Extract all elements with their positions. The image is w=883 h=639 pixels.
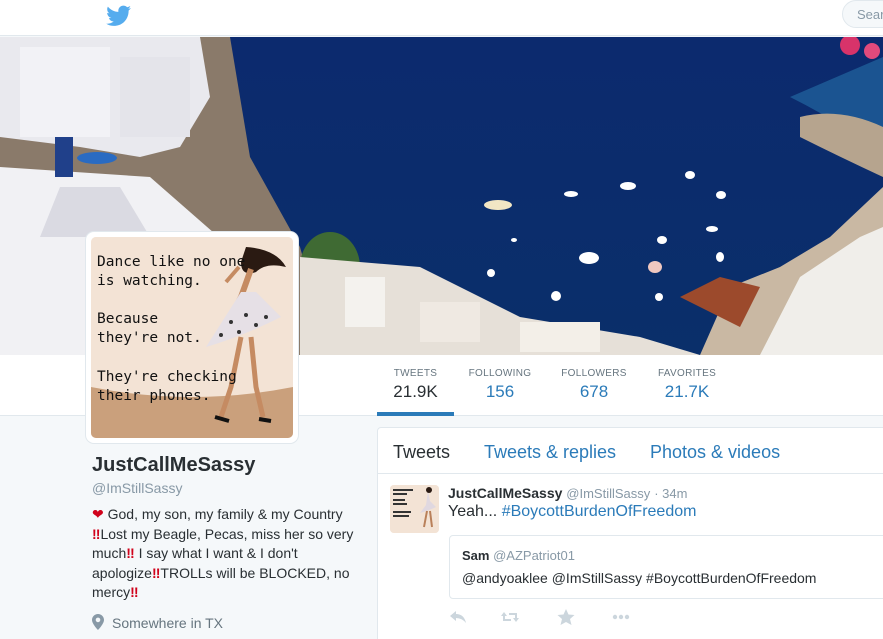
quoted-tweet-text: @andyoaklee @ImStillSassy #BoycottBurden… bbox=[462, 570, 817, 586]
tweet-text-prefix: Yeah... bbox=[448, 503, 502, 520]
more-icon[interactable] bbox=[611, 608, 631, 626]
quoted-tweet-author: Sam @AZPatriot01 bbox=[462, 548, 575, 563]
avatar-image: Dance like no one is watching. Because t… bbox=[91, 237, 293, 438]
profile-location: Somewhere in TX bbox=[92, 614, 223, 631]
tweet-author-handle: @ImStillSassy bbox=[566, 486, 651, 501]
avatar-caption-2: Because they're not. bbox=[97, 311, 202, 346]
quoted-tweet[interactable]: Sam @AZPatriot01 @andyoaklee @ImStillSas… bbox=[449, 535, 883, 599]
stat-label: FAVORITES bbox=[657, 368, 717, 379]
avatar-caption-1: Dance like no one is watching. bbox=[97, 254, 246, 289]
quoted-author-handle: @AZPatriot01 bbox=[493, 548, 575, 563]
bio-text: God, my son, my family & my Country bbox=[103, 506, 343, 522]
profile-bio: ❤ God, my son, my family & my Country ‼L… bbox=[92, 505, 362, 603]
avatar-thumbnail bbox=[390, 485, 439, 533]
stat-label: FOLLOWERS bbox=[561, 368, 627, 379]
stat-tweets[interactable]: TWEETS 21.9K bbox=[377, 368, 454, 402]
profile-avatar[interactable]: Dance like no one is watching. Because t… bbox=[86, 232, 298, 443]
reply-icon[interactable] bbox=[448, 608, 468, 626]
search-input[interactable]: Sear bbox=[842, 0, 883, 28]
stat-favorites[interactable]: FAVORITES 21.7K bbox=[651, 368, 723, 402]
stat-label: TWEETS bbox=[393, 368, 438, 379]
tweet-author-name: JustCallMeSassy bbox=[448, 485, 563, 501]
location-text: Somewhere in TX bbox=[112, 615, 224, 631]
heart-icon: ❤ bbox=[92, 506, 104, 522]
timeline-tabs: Tweets Tweets & replies Photos & videos bbox=[378, 428, 883, 474]
tweet-timestamp[interactable]: · 34m bbox=[654, 486, 687, 501]
top-navigation-bar: Sear bbox=[0, 0, 883, 36]
tweet-text: Yeah... #BoycottBurdenOfFreedom bbox=[448, 503, 696, 521]
stat-following[interactable]: FOLLOWING 156 bbox=[463, 368, 537, 402]
tab-photos-videos[interactable]: Photos & videos bbox=[650, 442, 780, 463]
stat-label: FOLLOWING bbox=[468, 368, 532, 379]
favorite-icon[interactable] bbox=[556, 608, 576, 626]
tweet-author-avatar[interactable] bbox=[390, 485, 439, 533]
tweet-hashtag[interactable]: #BoycottBurdenOfFreedom bbox=[502, 503, 697, 520]
stat-value: 21.7K bbox=[664, 382, 710, 401]
twitter-bird-icon[interactable] bbox=[106, 5, 132, 27]
stat-followers[interactable]: FOLLOWERS 678 bbox=[556, 368, 632, 402]
avatar-caption-3: They're checking their phones. bbox=[97, 369, 237, 404]
double-exclamation-icon: ‼ bbox=[130, 584, 139, 600]
profile-handle[interactable]: @ImStillSassy bbox=[92, 480, 182, 496]
quoted-author-name: Sam bbox=[462, 548, 490, 563]
stat-value: 156 bbox=[485, 382, 515, 401]
active-stat-indicator bbox=[377, 412, 454, 416]
stat-value: 21.9K bbox=[393, 382, 438, 401]
tweet-author[interactable]: JustCallMeSassy @ImStillSassy · 34m bbox=[448, 485, 687, 501]
timeline: Tweets Tweets & replies Photos & videos … bbox=[377, 427, 883, 639]
double-exclamation-icon: ‼ bbox=[126, 545, 135, 561]
profile-name[interactable]: JustCallMeSassy bbox=[92, 454, 255, 477]
location-pin-icon bbox=[92, 614, 104, 630]
tab-tweets-replies[interactable]: Tweets & replies bbox=[484, 442, 616, 463]
stat-value: 678 bbox=[579, 382, 609, 401]
tab-tweets[interactable]: Tweets bbox=[393, 442, 450, 463]
retweet-icon[interactable] bbox=[500, 608, 520, 626]
